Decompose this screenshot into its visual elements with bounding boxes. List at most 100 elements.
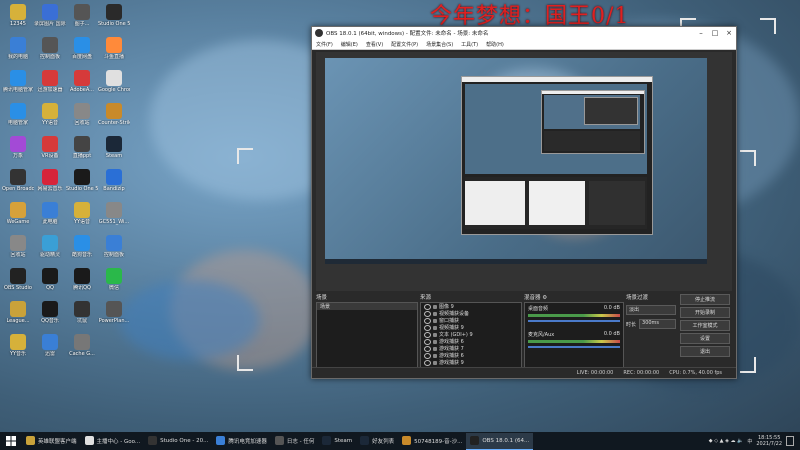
desktop-icon[interactable]: Cache G...: [66, 334, 98, 357]
lock-icon[interactable]: [433, 332, 437, 337]
control-button[interactable]: 设置: [680, 333, 730, 344]
desktop-icon[interactable]: 迅游加速器: [34, 70, 66, 93]
control-button[interactable]: 开始录制: [680, 307, 730, 318]
desktop-icon[interactable]: 斗鱼直播: [98, 37, 130, 60]
desktop-icon[interactable]: VR设备: [34, 136, 66, 159]
taskbar-item[interactable]: 日志 - 任何: [271, 433, 318, 449]
duration-input[interactable]: 300ms: [639, 319, 676, 329]
transition-select[interactable]: 淡出: [626, 305, 676, 315]
desktop-icon[interactable]: 坑鼠: [66, 301, 98, 324]
source-item[interactable]: 文本 (GDI+) 9: [421, 331, 521, 338]
taskbar-item[interactable]: 主播中心 - Goo...: [81, 433, 145, 449]
minimize-icon[interactable]: –: [694, 29, 708, 37]
desktop-icon[interactable]: 电脑管家: [2, 103, 34, 126]
desktop-icon[interactable]: 录屏图片 国际外: [34, 4, 66, 27]
clock[interactable]: 18:15:55 2021/7/22: [756, 435, 782, 447]
taskbar-item[interactable]: 英雄联盟客户端: [22, 433, 81, 449]
taskbar-item[interactable]: OBS 18.0.1 (64...: [466, 432, 534, 450]
desktop-icon[interactable]: 12345: [2, 4, 34, 27]
desktop-icon[interactable]: Google Chrome: [98, 70, 130, 93]
lock-icon[interactable]: [433, 318, 437, 323]
control-button[interactable]: 工作室模式: [680, 320, 730, 331]
desktop-icon[interactable]: 直播ppt: [66, 136, 98, 159]
desktop-icon[interactable]: PowerPlan...: [98, 301, 130, 324]
taskbar-item[interactable]: 好友列表: [356, 433, 398, 449]
desktop-icon[interactable]: 驱动精灵: [34, 235, 66, 258]
control-button[interactable]: 退出: [680, 346, 730, 357]
source-item[interactable]: 视频捕获设备: [421, 310, 521, 317]
visibility-icon[interactable]: [424, 338, 431, 345]
desktop-icon[interactable]: League...: [2, 301, 34, 324]
desktop-icon[interactable]: Counter-Strike: [98, 103, 130, 126]
desktop-icon[interactable]: WeGame: [2, 202, 34, 225]
menu-item[interactable]: 编辑(E): [337, 41, 362, 48]
control-button[interactable]: 停止推流: [680, 294, 730, 305]
visibility-icon[interactable]: [424, 359, 431, 366]
desktop-icon[interactable]: 图子...: [66, 4, 98, 27]
source-item[interactable]: 图像 9: [421, 303, 521, 310]
taskbar-item[interactable]: 50748189-音-沙...: [398, 433, 466, 449]
desktop-icon[interactable]: GC551_Wi...: [98, 202, 130, 225]
volume-slider[interactable]: [528, 346, 620, 348]
lock-icon[interactable]: [433, 353, 437, 358]
source-item[interactable]: 视频捕获 9: [421, 324, 521, 331]
taskbar-item[interactable]: 腾讯电竞加速器: [212, 433, 271, 449]
visibility-icon[interactable]: [424, 352, 431, 359]
taskbar-item[interactable]: Steam: [318, 433, 356, 449]
lock-icon[interactable]: [433, 346, 437, 351]
desktop-icon[interactable]: Studio One 5: [66, 169, 98, 192]
desktop-icon[interactable]: 酷狗音乐: [66, 235, 98, 258]
tray-icons[interactable]: ◆ ◇ ▲ ◈ ☁ 🔈: [709, 438, 744, 444]
source-item[interactable]: 游戏捕获 9: [421, 359, 521, 366]
menu-item[interactable]: 查看(V): [362, 41, 387, 48]
desktop-icon[interactable]: Studio One 5: [98, 4, 130, 27]
desktop-icon[interactable]: Steam: [98, 136, 130, 159]
desktop-icon[interactable]: 我的电脑: [2, 37, 34, 60]
desktop-icon[interactable]: QQ音乐: [34, 301, 66, 324]
desktop-icon[interactable]: YY音乐: [2, 334, 34, 357]
source-item[interactable]: 游戏捕获 6: [421, 352, 521, 359]
ime-indicator[interactable]: 中: [747, 438, 752, 445]
desktop-icon[interactable]: OBS Studio: [2, 268, 34, 291]
desktop-icon[interactable]: 回收站: [66, 103, 98, 126]
menu-item[interactable]: 帮助(H): [482, 41, 508, 48]
desktop-icon[interactable]: AdobeA...: [66, 70, 98, 93]
close-icon[interactable]: ×: [722, 29, 736, 37]
desktop-icon[interactable]: 网易云音乐: [34, 169, 66, 192]
lock-icon[interactable]: [433, 339, 437, 344]
visibility-icon[interactable]: [424, 324, 431, 331]
desktop-icon[interactable]: 腾讯电脑管家: [2, 70, 34, 93]
volume-slider[interactable]: [528, 320, 620, 322]
obs-preview[interactable]: [316, 52, 732, 291]
source-item[interactable]: 游戏捕获 7: [421, 345, 521, 352]
lock-icon[interactable]: [433, 325, 437, 330]
lock-icon[interactable]: [433, 311, 437, 316]
taskbar-item[interactable]: Studio One - 20...: [144, 433, 212, 449]
desktop-icon[interactable]: YY语音: [66, 202, 98, 225]
desktop-icon[interactable]: 迅雷: [34, 334, 66, 357]
source-item[interactable]: 窗口捕获: [421, 317, 521, 324]
desktop-icon[interactable]: 控制面板: [34, 37, 66, 60]
scene-item[interactable]: 场景: [317, 303, 417, 310]
desktop-icon[interactable]: 此电脑: [34, 202, 66, 225]
desktop-icon[interactable]: QQ: [34, 268, 66, 291]
obs-titlebar[interactable]: OBS 18.0.1 (64bit, windows) - 配置文件: 未命名 …: [312, 27, 736, 39]
notification-icon[interactable]: [786, 436, 794, 446]
desktop-icon[interactable]: 回收站: [2, 235, 34, 258]
desktop-icon[interactable]: Bandizip: [98, 169, 130, 192]
desktop-icon[interactable]: 控制面板: [98, 235, 130, 258]
lock-icon[interactable]: [433, 304, 437, 309]
desktop-icon[interactable]: Open Broadcast...: [2, 169, 34, 192]
lock-icon[interactable]: [433, 360, 437, 365]
desktop-icon[interactable]: 万象: [2, 136, 34, 159]
visibility-icon[interactable]: [424, 310, 431, 317]
visibility-icon[interactable]: [424, 317, 431, 324]
menu-item[interactable]: 场景集合(S): [422, 41, 457, 48]
start-button[interactable]: [0, 433, 22, 449]
menu-item[interactable]: 配置文件(P): [387, 41, 422, 48]
maximize-icon[interactable]: □: [708, 29, 722, 37]
menu-item[interactable]: 文件(F): [312, 41, 337, 48]
visibility-icon[interactable]: [424, 331, 431, 338]
visibility-icon[interactable]: [424, 345, 431, 352]
visibility-icon[interactable]: [424, 303, 431, 310]
